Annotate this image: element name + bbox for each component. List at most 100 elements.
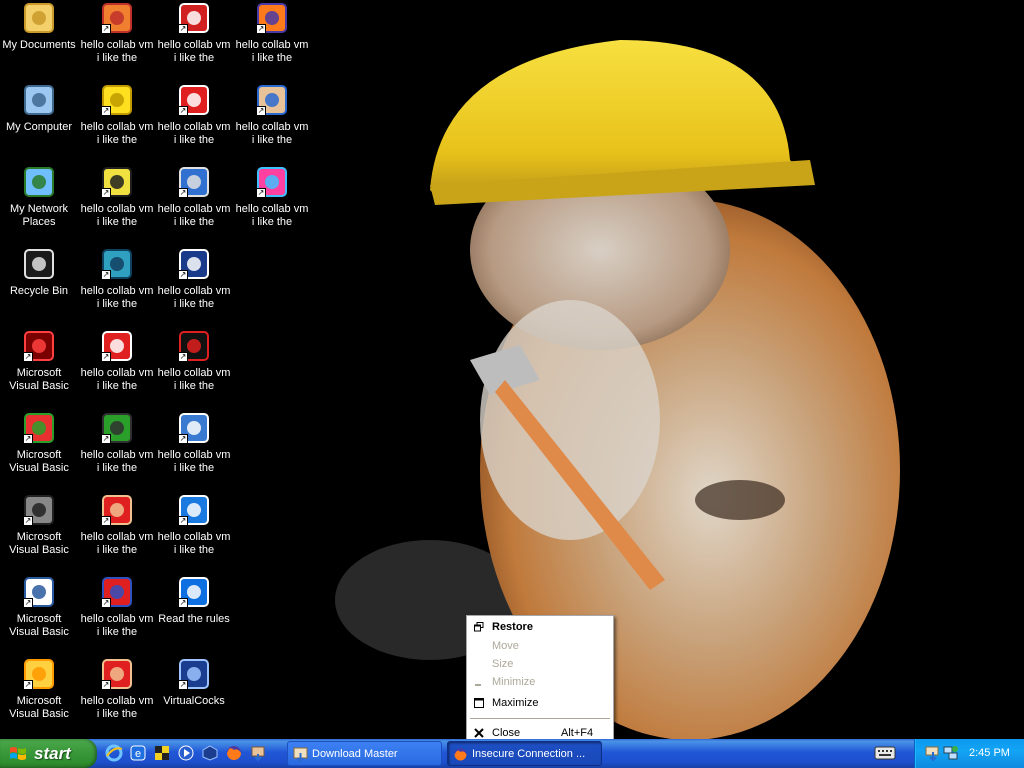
desktop-icon-label: hello collab vm i like the dicks... — [80, 367, 154, 392]
desktop-icon-label: hello collab vm i like the dicks... — [157, 203, 231, 228]
media-player-icon — [178, 745, 194, 761]
virtualbox-icon — [202, 745, 218, 761]
shortcut-arrow-icon: ↗ — [178, 434, 188, 444]
desktop-icon[interactable]: ↗ hello collab vm i like the dicks... — [155, 410, 233, 490]
download-tray-icon[interactable] — [925, 745, 941, 761]
shortcut-arrow-icon: ↗ — [178, 598, 188, 608]
desktop-icon-label: hello collab vm i like the dicks... — [80, 613, 154, 638]
quick-launch-firefox[interactable] — [224, 742, 244, 764]
start-button[interactable]: start — [0, 739, 97, 768]
menu-item-restore[interactable]: Restore — [469, 618, 611, 636]
svg-text:e: e — [135, 748, 141, 760]
desktop-icon-label: Read the rules — [158, 613, 230, 625]
shortcut-arrow-icon: ↗ — [23, 598, 33, 608]
menu-item-maximize[interactable]: Maximize — [469, 694, 611, 712]
minimize-icon — [475, 684, 481, 686]
desktop-icon[interactable]: ↗ Microsoft Visual Basic 6.0 (4) — [0, 492, 78, 572]
desktop-icon-label: Microsoft Visual Basic 6.0 — [9, 613, 69, 638]
desktop-icon[interactable]: My Network Places — [0, 164, 78, 244]
menu-item-minimize: Minimize — [469, 673, 611, 691]
desktop-icon[interactable]: ↗ hello collab vm i like the dicks... — [233, 164, 311, 244]
desktop-icon[interactable]: ↗ Microsoft Visual Basic 6.0 (3) — [0, 410, 78, 490]
desktop-icon[interactable]: ↗ hello collab vm i like the dicks... — [155, 0, 233, 80]
desktop-icon-label: hello collab vm i like the dicks... — [80, 449, 154, 474]
desktop-icon[interactable]: ↗ Microsoft Visual Basic 6.0 (2)... — [0, 328, 78, 408]
desktop-icon[interactable]: ↗ hello collab vm i like the dicks... — [233, 82, 311, 162]
menu-item-label: Move — [492, 640, 519, 652]
quick-launch-media-player[interactable] — [176, 742, 196, 764]
desktop-icon[interactable]: ↗ hello collab vm i like the dicks... — [155, 492, 233, 572]
chess-grid-icon — [155, 746, 169, 760]
shortcut-arrow-icon: ↗ — [178, 106, 188, 116]
quick-launch-ie[interactable] — [104, 742, 124, 764]
desktop-icon-label: hello collab vm i like the dicks... — [157, 121, 231, 146]
shortcut-arrow-icon: ↗ — [23, 680, 33, 690]
desktop-icon-label: My Documents — [2, 39, 76, 51]
quick-launch-download[interactable] — [248, 742, 268, 764]
quick-launch-chess[interactable] — [152, 742, 172, 764]
shortcut-arrow-icon: ↗ — [23, 516, 33, 526]
desktop-icon[interactable]: ↗ hello collab vm i like the dicks... — [78, 0, 156, 80]
desktop-icon[interactable]: ↗ hello collab vm i like the dicks... — [78, 410, 156, 490]
shortcut-arrow-icon: ↗ — [256, 188, 266, 198]
hand-download-icon — [251, 746, 265, 762]
desktop-icon-label: hello collab vm i like the dicks... — [80, 39, 154, 64]
desktop-icon-label: hello collab vm i like the dicks... — [80, 531, 154, 556]
clock[interactable]: 2:45 PM — [969, 739, 1010, 768]
menu-item-label: Restore — [492, 621, 533, 633]
desktop-icon[interactable]: My Computer — [0, 82, 78, 162]
desktop-icon-label: hello collab vm i like the dicks... — [80, 121, 154, 146]
menu-item-label: Minimize — [492, 676, 536, 688]
close-icon — [474, 728, 484, 738]
desktop-icon-label: hello collab vm i like the dicks... — [157, 39, 231, 64]
desktop-icon-label: Microsoft Visual Basic 6.0 (4) — [9, 531, 69, 556]
desktop-icon[interactable]: ↗ hello collab vm i like the dicks... — [233, 0, 311, 80]
desktop-icon-label: Microsoft Visual Basic 6.0 (1) — [9, 695, 69, 720]
desktop-icon[interactable]: My Documents — [0, 0, 78, 80]
desktop-icon[interactable]: ↗ Microsoft Visual Basic 6.0 — [0, 574, 78, 654]
firefox-icon — [227, 746, 241, 760]
desktop-icon-label: hello collab vm i like the dicks... — [235, 203, 309, 228]
desktop-icon-label: Microsoft Visual Basic 6.0 (2)... — [9, 367, 69, 392]
desktop-icon[interactable]: ↗ hello collab vm i like the dicks... — [155, 164, 233, 244]
desktop-icon[interactable]: ↗ hello collab vm i like the dicks... — [78, 82, 156, 162]
desktop-icon[interactable]: ↗ hello collab vm i like the dicks... — [155, 246, 233, 326]
shortcut-arrow-icon: ↗ — [101, 188, 111, 198]
desktop-icon[interactable]: ↗ hello collab vm i like the dicks... — [78, 164, 156, 244]
desktop-icon[interactable]: ↗ Microsoft Visual Basic 6.0 (1) — [0, 656, 78, 736]
keyboard-icon[interactable] — [873, 744, 897, 762]
network-places-icon — [24, 167, 54, 197]
desktop-icon[interactable]: ↗ hello collab vm i like the dicks... — [78, 574, 156, 654]
desktop-icon[interactable]: ↗ hello collab vm i like the dicks... — [155, 82, 233, 162]
shortcut-arrow-icon: ↗ — [101, 680, 111, 690]
ie-blue-icon: e — [130, 745, 146, 761]
quick-launch-ie-blue[interactable]: e — [128, 742, 148, 764]
desktop-icon[interactable]: ↗ hello collab vm i like the dicks... — [78, 246, 156, 326]
menu-item-label: Maximize — [492, 697, 539, 709]
desktop-icon[interactable]: ↗ hello collab vm i like the dicks... — [78, 656, 156, 736]
desktop-icon-label: hello collab vm i like the dicks... — [157, 285, 231, 310]
windows-flag-icon — [10, 747, 26, 760]
shortcut-arrow-icon: ↗ — [178, 680, 188, 690]
restore-icon — [474, 622, 484, 632]
system-tray: 2:45 PM — [914, 739, 1024, 768]
shortcut-arrow-icon: ↗ — [256, 24, 266, 34]
desktop-icon-label: hello collab vm i like the dicks... — [235, 121, 309, 146]
shortcut-arrow-icon: ↗ — [101, 352, 111, 362]
network-tray-icon[interactable] — [943, 745, 959, 761]
desktop-icon[interactable]: ↗ hello collab vm i like the dicks... — [155, 328, 233, 408]
shortcut-arrow-icon: ↗ — [101, 598, 111, 608]
taskbar-button-insecure-connection[interactable]: Insecure Connection ... — [447, 741, 602, 766]
quick-launch-virtualbox[interactable] — [200, 742, 220, 764]
desktop-icon[interactable]: Recycle Bin — [0, 246, 78, 326]
shortcut-arrow-icon: ↗ — [23, 434, 33, 444]
desktop-icon[interactable]: ↗ VirtualCocks — [155, 656, 233, 736]
desktop-icon-label: hello collab vm i like the dicks... — [157, 449, 231, 474]
maximize-icon — [474, 698, 484, 708]
desktop-icon[interactable]: ↗ hello collab vm i like the dicks... — [78, 492, 156, 572]
desktop-icon[interactable]: ↗ hello collab vm i like the dicks... — [78, 328, 156, 408]
desktop-icon[interactable]: ↗ Read the rules — [155, 574, 233, 654]
taskbar-button-download-master[interactable]: Download Master — [287, 741, 442, 766]
desktop-icon-label: VirtualCocks — [163, 695, 225, 707]
shortcut-arrow-icon: ↗ — [101, 24, 111, 34]
